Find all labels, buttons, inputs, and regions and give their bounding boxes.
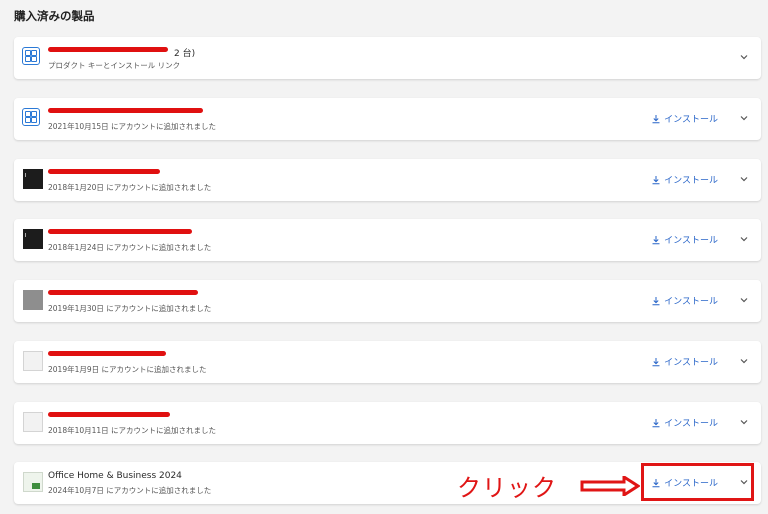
product-card[interactable]: 2019年1月9日 にアカウントに追加されました インストール (14, 341, 761, 383)
click-annotation: クリック (457, 474, 557, 502)
ms-store-icon (22, 108, 40, 126)
chevron-down-icon[interactable] (739, 295, 749, 305)
install-button[interactable]: インストール (651, 112, 718, 125)
product-subtitle: 2018年10月11日 にアカウントに追加されました (48, 426, 217, 435)
redaction-mark (48, 351, 166, 356)
page-title: 購入済みの製品 (14, 9, 95, 23)
install-button[interactable]: インストール (651, 233, 718, 246)
office-box-icon (23, 472, 43, 492)
product-subtitle: 2021年10月15日 にアカウントに追加されました (48, 122, 217, 131)
office-box-icon (23, 351, 43, 371)
redaction-mark (48, 290, 198, 295)
product-subtitle: 2024年10月7日 にアカウントに追加されました (48, 486, 212, 495)
chevron-down-icon[interactable] (739, 52, 749, 62)
download-icon (652, 175, 660, 184)
install-label: インストール (664, 419, 718, 429)
product-card[interactable]: 2018年1月20日 にアカウントに追加されました インストール (14, 159, 761, 201)
redaction-mark (48, 229, 192, 234)
chevron-down-icon[interactable] (739, 113, 749, 123)
redaction-mark (48, 169, 160, 174)
product-name: 2 台) (174, 49, 196, 59)
install-label: インストール (664, 176, 718, 186)
install-label: インストール (664, 115, 718, 125)
download-icon (652, 418, 660, 427)
product-name: Office Home & Business 2024 (48, 471, 182, 481)
product-card[interactable]: 2018年1月24日 にアカウントに追加されました インストール (14, 219, 761, 261)
product-card[interactable]: 2021年10月15日 にアカウントに追加されました インストール (14, 98, 761, 140)
ms-store-icon (22, 47, 40, 65)
arrow-right-icon (580, 476, 640, 496)
redaction-mark (48, 108, 203, 113)
product-subtitle: 2018年1月20日 にアカウントに追加されました (48, 183, 212, 192)
product-subtitle: 2019年1月30日 にアカウントに追加されました (48, 304, 212, 313)
office-box-icon (23, 229, 43, 249)
redaction-mark (48, 412, 170, 417)
install-label: インストール (664, 358, 718, 368)
chevron-down-icon[interactable] (739, 417, 749, 427)
office-box-icon (23, 169, 43, 189)
download-icon (652, 114, 660, 123)
chevron-down-icon[interactable] (739, 356, 749, 366)
product-card[interactable]: 2018年10月11日 にアカウントに追加されました インストール (14, 402, 761, 444)
product-card[interactable]: 2 台) プロダクト キーとインストール リンク (14, 37, 761, 79)
install-button[interactable]: インストール (651, 416, 718, 429)
highlight-box (641, 463, 754, 501)
product-subtitle: 2018年1月24日 にアカウントに追加されました (48, 243, 212, 252)
product-card[interactable]: 2019年1月30日 にアカウントに追加されました インストール (14, 280, 761, 322)
install-button[interactable]: インストール (651, 355, 718, 368)
install-label: インストール (664, 236, 718, 246)
download-icon (652, 235, 660, 244)
install-button[interactable]: インストール (651, 173, 718, 186)
office-box-icon (23, 290, 43, 310)
redaction-mark (48, 47, 168, 52)
download-icon (652, 296, 660, 305)
install-label: インストール (664, 297, 718, 307)
office-box-icon (23, 412, 43, 432)
chevron-down-icon[interactable] (739, 234, 749, 244)
product-subtitle: 2019年1月9日 にアカウントに追加されました (48, 365, 207, 374)
chevron-down-icon[interactable] (739, 174, 749, 184)
install-button[interactable]: インストール (651, 294, 718, 307)
product-subtitle: プロダクト キーとインストール リンク (48, 61, 181, 70)
download-icon (652, 357, 660, 366)
